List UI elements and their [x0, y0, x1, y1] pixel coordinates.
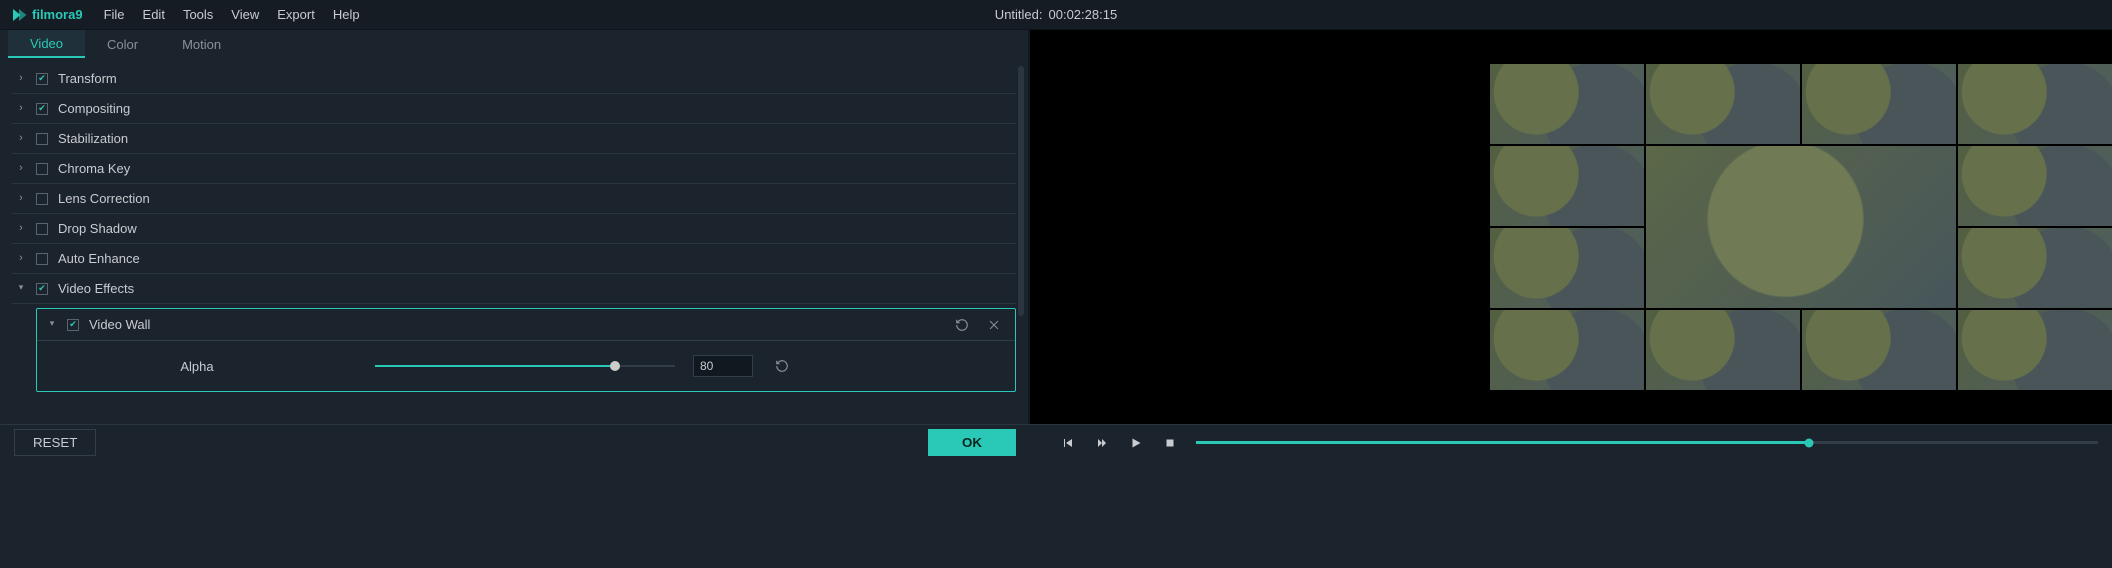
chevron-right-icon: ›	[16, 162, 26, 174]
menu-file[interactable]: File	[95, 0, 134, 29]
checkbox-lens-correction[interactable]	[36, 193, 48, 205]
sections-list: › Transform › Compositing › Stabilizatio…	[0, 58, 1028, 424]
chevron-right-icon: ›	[16, 252, 26, 264]
timeline-slider[interactable]	[1196, 441, 2098, 444]
reset-param-icon[interactable]	[771, 355, 793, 377]
effect-body: Alpha	[37, 341, 1015, 391]
section-label: Lens Correction	[58, 191, 150, 206]
section-auto-enhance[interactable]: › Auto Enhance	[12, 244, 1016, 274]
effect-header: ▾ Video Wall	[37, 309, 1015, 341]
grid-tile	[1802, 64, 1956, 144]
menu-view[interactable]: View	[222, 0, 268, 29]
section-transform[interactable]: › Transform	[12, 64, 1016, 94]
checkbox-transform[interactable]	[36, 73, 48, 85]
footer-left: RESET OK	[14, 429, 1044, 456]
section-video-effects[interactable]: ▾ Video Effects	[12, 274, 1016, 304]
inspector-panel: Video Color Motion › Transform › Composi…	[0, 30, 1030, 424]
menu-export[interactable]: Export	[268, 0, 324, 29]
section-label: Transform	[58, 71, 117, 86]
preview-pane	[1030, 30, 2112, 424]
chevron-right-icon: ›	[16, 222, 26, 234]
video-wall-grid	[1490, 64, 2112, 390]
tab-color[interactable]: Color	[85, 30, 160, 58]
menu-help[interactable]: Help	[324, 0, 369, 29]
checkbox-compositing[interactable]	[36, 103, 48, 115]
section-chroma-key[interactable]: › Chroma Key	[12, 154, 1016, 184]
preview-video	[1030, 30, 2112, 424]
param-alpha-label: Alpha	[37, 359, 357, 374]
grid-tile	[1646, 64, 1800, 144]
chevron-right-icon: ›	[16, 192, 26, 204]
chevron-right-icon: ›	[16, 72, 26, 84]
grid-tile	[1958, 228, 2112, 308]
playback-controls	[1060, 435, 2098, 451]
section-label: Video Effects	[58, 281, 134, 296]
section-label: Compositing	[58, 101, 130, 116]
grid-tile	[1802, 310, 1956, 390]
grid-tile	[1646, 310, 1800, 390]
app-logo: filmora9	[10, 6, 83, 24]
checkbox-video-wall[interactable]	[67, 319, 79, 331]
checkbox-stabilization[interactable]	[36, 133, 48, 145]
close-icon[interactable]	[983, 314, 1005, 336]
play-icon[interactable]	[1128, 435, 1144, 451]
param-alpha-input[interactable]	[693, 355, 753, 377]
section-stabilization[interactable]: › Stabilization	[12, 124, 1016, 154]
section-label: Drop Shadow	[58, 221, 137, 236]
checkbox-video-effects[interactable]	[36, 283, 48, 295]
project-title: Untitled: 00:02:28:15	[995, 7, 1117, 22]
stop-icon[interactable]	[1162, 435, 1178, 451]
reset-button[interactable]: RESET	[14, 429, 96, 456]
section-drop-shadow[interactable]: › Drop Shadow	[12, 214, 1016, 244]
param-alpha-slider[interactable]	[375, 356, 675, 376]
play-slow-icon[interactable]	[1094, 435, 1110, 451]
chevron-down-icon[interactable]: ▾	[47, 318, 57, 329]
inspector-scrollbar[interactable]	[1018, 66, 1024, 316]
grid-tile	[1958, 64, 2112, 144]
grid-tile	[1958, 146, 2112, 226]
grid-tile	[1958, 310, 2112, 390]
grid-tile	[1490, 228, 1644, 308]
effect-panel-video-wall: ▾ Video Wall A	[36, 308, 1016, 392]
effect-name: Video Wall	[89, 317, 150, 332]
section-label: Auto Enhance	[58, 251, 140, 266]
footer-bar: RESET OK	[0, 425, 2112, 460]
main-area: Video Color Motion › Transform › Composi…	[0, 30, 2112, 425]
section-label: Chroma Key	[58, 161, 130, 176]
play-reverse-icon[interactable]	[1060, 435, 1076, 451]
section-label: Stabilization	[58, 131, 128, 146]
grid-tile	[1490, 310, 1644, 390]
tab-video[interactable]: Video	[8, 30, 85, 58]
chevron-down-icon: ▾	[16, 282, 26, 293]
grid-tile	[1490, 146, 1644, 226]
checkbox-drop-shadow[interactable]	[36, 223, 48, 235]
tab-motion[interactable]: Motion	[160, 30, 243, 58]
chevron-right-icon: ›	[16, 132, 26, 144]
project-name: Untitled:	[995, 7, 1043, 22]
section-compositing[interactable]: › Compositing	[12, 94, 1016, 124]
app-name: filmora9	[32, 7, 83, 22]
ok-button[interactable]: OK	[928, 429, 1016, 456]
section-lens-correction[interactable]: › Lens Correction	[12, 184, 1016, 214]
reset-effect-icon[interactable]	[951, 314, 973, 336]
menu-edit[interactable]: Edit	[134, 0, 174, 29]
inspector-tabs: Video Color Motion	[0, 30, 1028, 58]
project-time: 00:02:28:15	[1049, 7, 1118, 22]
menu-tools[interactable]: Tools	[174, 0, 222, 29]
grid-tile-center	[1646, 146, 1956, 308]
checkbox-chroma-key[interactable]	[36, 163, 48, 175]
grid-tile	[1490, 64, 1644, 144]
logo-icon	[10, 6, 28, 24]
chevron-right-icon: ›	[16, 102, 26, 114]
menu-bar: filmora9 File Edit Tools View Export Hel…	[0, 0, 2112, 30]
checkbox-auto-enhance[interactable]	[36, 253, 48, 265]
